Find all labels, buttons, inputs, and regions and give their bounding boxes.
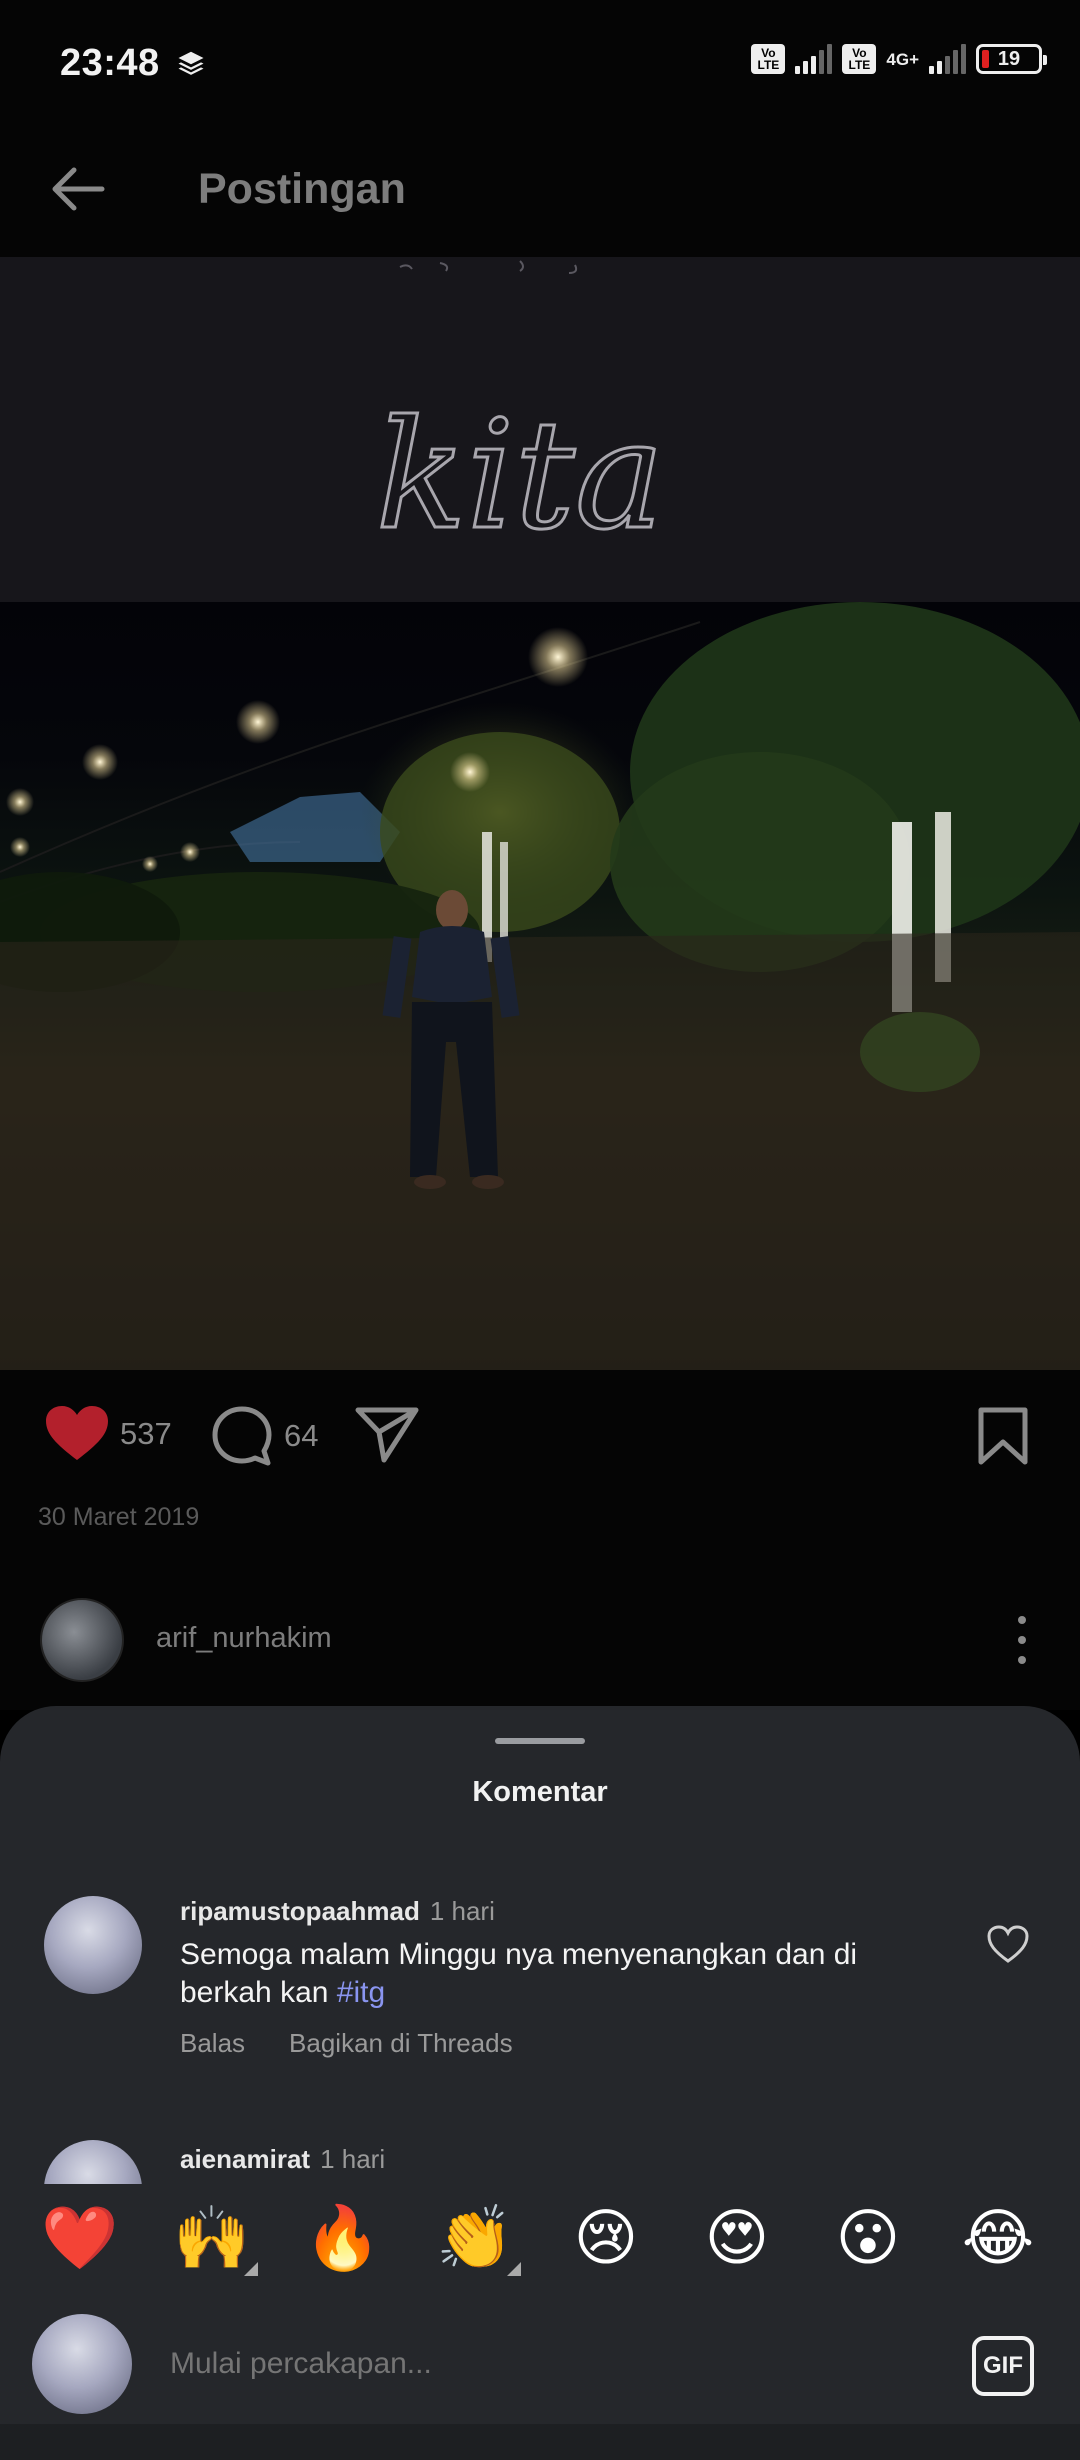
app-header: Postingan (0, 125, 1080, 257)
comment-input[interactable] (170, 2336, 950, 2392)
heart-outline-icon[interactable] (986, 1924, 1030, 1964)
battery-level: 19 (997, 47, 1021, 70)
signal-icon-2 (929, 44, 966, 74)
comment-username[interactable]: ripamustopaahmad 1 hari (180, 1896, 495, 1927)
emoji-heart[interactable]: ❤️ (40, 2198, 120, 2278)
signal-icon (795, 44, 833, 74)
post-image[interactable]: kita (0, 257, 1080, 1370)
comment-avatar[interactable] (44, 1896, 142, 1994)
emoji-reaction-bar: ❤️ 🙌 🔥 👏 😢 😍 😮 😂 (0, 2184, 1080, 2294)
photo-overlay-text: kita (376, 389, 665, 563)
photo-caption-area: kita (0, 257, 1080, 602)
comment-avatar[interactable] (44, 2140, 142, 2184)
layers-icon (178, 51, 204, 75)
status-bar: 23:48 Vo LTE Vo LTE 4G+ 19 (0, 0, 1080, 125)
emoji-fire[interactable]: 🔥 (303, 2198, 383, 2278)
status-time: 23:48 (60, 42, 160, 84)
comment-body: Semoga malam Minggu nya menyenangkan dan… (180, 1938, 858, 2009)
current-user-avatar (32, 2314, 132, 2414)
author-avatar[interactable] (40, 1598, 124, 1682)
comment-count[interactable]: 64 (284, 1418, 318, 1454)
comment-username[interactable]: aienamirat 1 hari (180, 2144, 385, 2175)
comment-user-name[interactable]: aienamirat (180, 2144, 310, 2174)
photo-overlay-text-svg: kita (374, 260, 666, 565)
comment-time: 1 hari (320, 2144, 386, 2174)
heart-filled-icon[interactable] (44, 1404, 110, 1464)
comment-input-row: GIF (0, 2294, 1080, 2424)
comment-actions: Balas Bagikan di Threads (180, 2028, 513, 2059)
comment-item: aienamirat 1 hari (0, 2132, 1080, 2184)
skin-tone-indicator (244, 2262, 258, 2276)
bookmark-icon[interactable] (976, 1406, 1030, 1466)
battery-fill (982, 50, 989, 68)
post-author-bar: arif_nurhakim (0, 1560, 1080, 1710)
skin-tone-indicator (507, 2262, 521, 2276)
sheet-title: Komentar (472, 1776, 608, 1808)
emoji-raising-hands-glyph: 🙌 (173, 2201, 251, 2274)
system-nav-bar (0, 2424, 1080, 2460)
share-threads-button[interactable]: Bagikan di Threads (289, 2028, 513, 2059)
post-date: 30 Maret 2019 (38, 1503, 200, 1531)
comments-sheet: Komentar ripamustopaahmad 1 hari Semoga m… (0, 1706, 1080, 2460)
more-options-icon[interactable] (1012, 1616, 1032, 1664)
arrow-left-icon[interactable] (42, 153, 114, 225)
post-actions: 537 64 (0, 1370, 1080, 1500)
post-date-bar: 30 Maret 2019 (0, 1500, 1080, 1560)
comment-bubble-icon[interactable] (210, 1404, 274, 1468)
emoji-heart-eyes[interactable]: 😍 (697, 2198, 777, 2278)
comment-text: Semoga malam Minggu nya menyenangkan dan… (180, 1936, 920, 2012)
emoji-crying[interactable]: 😢 (566, 2198, 646, 2278)
comment-hashtag[interactable]: #itg (337, 1976, 385, 2009)
gif-button[interactable]: GIF (972, 2336, 1034, 2396)
comment-item: ripamustopaahmad 1 hari Semoga malam Ming… (0, 1896, 1080, 2076)
photo-scene (0, 602, 1080, 1370)
volte-icon: Vo LTE (751, 44, 786, 74)
emoji-raising-hands[interactable]: 🙌 (172, 2198, 258, 2278)
volte-icon-2: Vo LTE (842, 44, 877, 74)
emoji-surprised[interactable]: 😮 (828, 2198, 908, 2278)
share-send-icon[interactable] (354, 1404, 420, 1464)
emoji-tears-of-joy[interactable]: 😂 (958, 2198, 1038, 2278)
like-count[interactable]: 537 (120, 1416, 172, 1452)
comment-user-name[interactable]: ripamustopaahmad (180, 1896, 420, 1926)
emoji-clapping-glyph: 👏 (436, 2201, 514, 2274)
reply-button[interactable]: Balas (180, 2028, 245, 2059)
page-title: Postingan (198, 165, 406, 213)
night-scene-illustration (0, 602, 1080, 1370)
comment-group: 64 (210, 1404, 318, 1468)
sheet-drag-handle[interactable] (495, 1738, 585, 1744)
comment-time: 1 hari (429, 1896, 495, 1926)
author-username[interactable]: arif_nurhakim (156, 1622, 332, 1655)
emoji-clapping[interactable]: 👏 (435, 2198, 521, 2278)
network-type: 4G+ (886, 49, 919, 69)
like-group: 537 (44, 1404, 172, 1464)
battery-icon: 19 (976, 44, 1047, 74)
